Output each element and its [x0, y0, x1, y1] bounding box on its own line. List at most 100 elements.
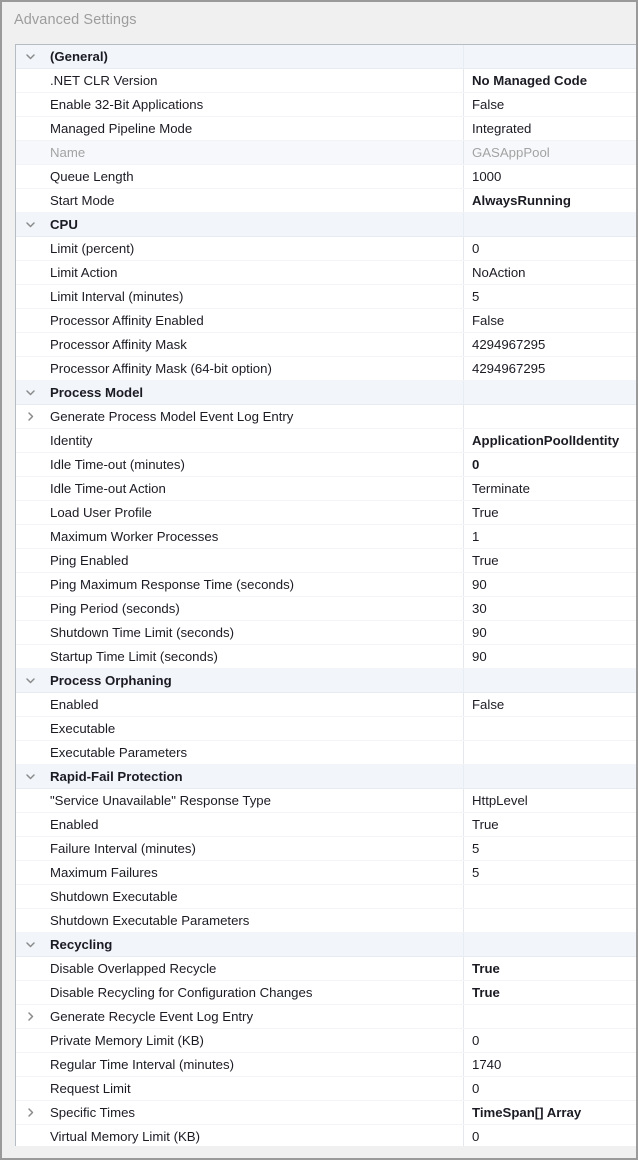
property-value[interactable]: 0 [463, 1029, 636, 1052]
property-grid-row[interactable]: Limit Interval (minutes) 5 [16, 285, 636, 309]
property-value[interactable] [463, 741, 636, 764]
property-grid-row[interactable]: Private Memory Limit (KB) 0 [16, 1029, 636, 1053]
property-grid-row[interactable]: Enabled True [16, 813, 636, 837]
property-value[interactable]: 5 [463, 285, 636, 308]
property-grid-row[interactable]: Idle Time-out Action Terminate [16, 477, 636, 501]
property-value[interactable]: True [463, 549, 636, 572]
property-value[interactable]: GASAppPool [463, 141, 636, 164]
property-grid-row[interactable]: .NET CLR Version No Managed Code [16, 69, 636, 93]
property-value[interactable]: Terminate [463, 477, 636, 500]
property-grid-row[interactable]: Maximum Worker Processes 1 [16, 525, 636, 549]
property-value[interactable]: 1000 [463, 165, 636, 188]
property-grid-row[interactable]: Shutdown Executable [16, 885, 636, 909]
property-grid-row[interactable]: Processor Affinity Mask (64-bit option) 4… [16, 357, 636, 381]
property-value[interactable] [463, 1005, 636, 1028]
property-value[interactable]: AlwaysRunning [463, 189, 636, 212]
chevron-down-icon[interactable] [16, 765, 44, 788]
property-value[interactable]: 0 [463, 453, 636, 476]
property-grid-row[interactable]: Startup Time Limit (seconds) 90 [16, 645, 636, 669]
property-grid-section-header[interactable]: Rapid-Fail Protection [16, 765, 636, 789]
property-grid-row[interactable]: Request Limit 0 [16, 1077, 636, 1101]
chevron-down-icon[interactable] [16, 381, 44, 404]
property-value[interactable]: 4294967295 [463, 333, 636, 356]
chevron-down-icon[interactable] [16, 45, 44, 68]
property-grid-row[interactable]: Managed Pipeline Mode Integrated [16, 117, 636, 141]
property-grid-row[interactable]: Shutdown Time Limit (seconds) 90 [16, 621, 636, 645]
property-grid-row[interactable]: Enabled False [16, 693, 636, 717]
property-grid-row[interactable]: Ping Maximum Response Time (seconds) 90 [16, 573, 636, 597]
property-grid-row[interactable]: Executable Parameters [16, 741, 636, 765]
property-grid-row[interactable]: Ping Period (seconds) 30 [16, 597, 636, 621]
property-grid-row[interactable]: Generate Process Model Event Log Entry [16, 405, 636, 429]
property-value[interactable]: 1 [463, 525, 636, 548]
property-grid-row[interactable]: Start Mode AlwaysRunning [16, 189, 636, 213]
property-value[interactable]: ApplicationPoolIdentity [463, 429, 636, 452]
property-grid-section-header[interactable]: Recycling [16, 933, 636, 957]
property-value[interactable]: 0 [463, 1077, 636, 1100]
property-grid-section-header[interactable]: CPU [16, 213, 636, 237]
property-value[interactable]: 1740 [463, 1053, 636, 1076]
property-grid-row[interactable]: Identity ApplicationPoolIdentity [16, 429, 636, 453]
property-value[interactable]: TimeSpan[] Array [463, 1101, 636, 1124]
property-value[interactable]: 5 [463, 837, 636, 860]
property-grid-row[interactable]: Name GASAppPool [16, 141, 636, 165]
property-grid-row[interactable]: Regular Time Interval (minutes) 1740 [16, 1053, 636, 1077]
property-name: Identity [50, 433, 93, 448]
property-grid-row[interactable]: Executable [16, 717, 636, 741]
property-grid-row[interactable]: Idle Time-out (minutes) 0 [16, 453, 636, 477]
property-value[interactable] [463, 885, 636, 908]
property-grid-row[interactable]: Limit Action NoAction [16, 261, 636, 285]
property-grid-row[interactable]: Load User Profile True [16, 501, 636, 525]
property-grid-row[interactable]: Processor Affinity Enabled False [16, 309, 636, 333]
property-grid-row[interactable]: Specific Times TimeSpan[] Array [16, 1101, 636, 1125]
property-grid-row[interactable]: Maximum Failures 5 [16, 861, 636, 885]
property-value[interactable] [463, 405, 636, 428]
property-name: Limit Action [50, 265, 118, 280]
chevron-down-icon[interactable] [16, 933, 44, 956]
property-grid-row[interactable]: Ping Enabled True [16, 549, 636, 573]
property-value[interactable]: No Managed Code [463, 69, 636, 92]
property-grid-row[interactable]: Processor Affinity Mask 4294967295 [16, 333, 636, 357]
property-value[interactable]: Integrated [463, 117, 636, 140]
property-value[interactable]: True [463, 957, 636, 980]
chevron-down-icon[interactable] [16, 669, 44, 692]
property-grid-section-header[interactable]: Process Model [16, 381, 636, 405]
property-grid-row[interactable]: Queue Length 1000 [16, 165, 636, 189]
property-value[interactable]: 5 [463, 861, 636, 884]
property-value[interactable]: NoAction [463, 261, 636, 284]
property-value[interactable]: True [463, 813, 636, 836]
property-value[interactable]: HttpLevel [463, 789, 636, 812]
property-grid-row[interactable]: Disable Recycling for Configuration Chan… [16, 981, 636, 1005]
property-grid-section-header[interactable]: (General) [16, 45, 636, 69]
property-value[interactable]: False [463, 93, 636, 116]
expander-placeholder [16, 477, 44, 500]
property-value[interactable]: True [463, 981, 636, 1004]
property-grid-row[interactable]: Limit (percent) 0 [16, 237, 636, 261]
property-value[interactable]: 0 [463, 1125, 636, 1146]
chevron-right-icon[interactable] [16, 1101, 44, 1124]
property-grid-section-header[interactable]: Process Orphaning [16, 669, 636, 693]
property-grid-row[interactable]: Virtual Memory Limit (KB) 0 [16, 1125, 636, 1146]
property-grid-row[interactable]: Generate Recycle Event Log Entry [16, 1005, 636, 1029]
property-value[interactable]: 90 [463, 621, 636, 644]
property-grid-row[interactable]: "Service Unavailable" Response Type HttpL… [16, 789, 636, 813]
property-value[interactable]: 4294967295 [463, 357, 636, 380]
property-name: Startup Time Limit (seconds) [50, 649, 218, 664]
property-grid-row[interactable]: Failure Interval (minutes) 5 [16, 837, 636, 861]
property-grid-scroll-area[interactable]: (General) .NET CLR Version No Managed Code… [16, 45, 636, 1146]
property-value[interactable]: 90 [463, 645, 636, 668]
property-value[interactable] [463, 717, 636, 740]
property-value[interactable]: True [463, 501, 636, 524]
property-grid-row[interactable]: Shutdown Executable Parameters [16, 909, 636, 933]
property-value[interactable] [463, 909, 636, 932]
chevron-right-icon[interactable] [16, 1005, 44, 1028]
property-grid-row[interactable]: Disable Overlapped Recycle True [16, 957, 636, 981]
chevron-right-icon[interactable] [16, 405, 44, 428]
property-value[interactable]: 90 [463, 573, 636, 596]
property-value[interactable]: False [463, 309, 636, 332]
property-grid-row[interactable]: Enable 32-Bit Applications False [16, 93, 636, 117]
property-value[interactable]: 0 [463, 237, 636, 260]
property-value[interactable]: 30 [463, 597, 636, 620]
chevron-down-icon[interactable] [16, 213, 44, 236]
property-value[interactable]: False [463, 693, 636, 716]
